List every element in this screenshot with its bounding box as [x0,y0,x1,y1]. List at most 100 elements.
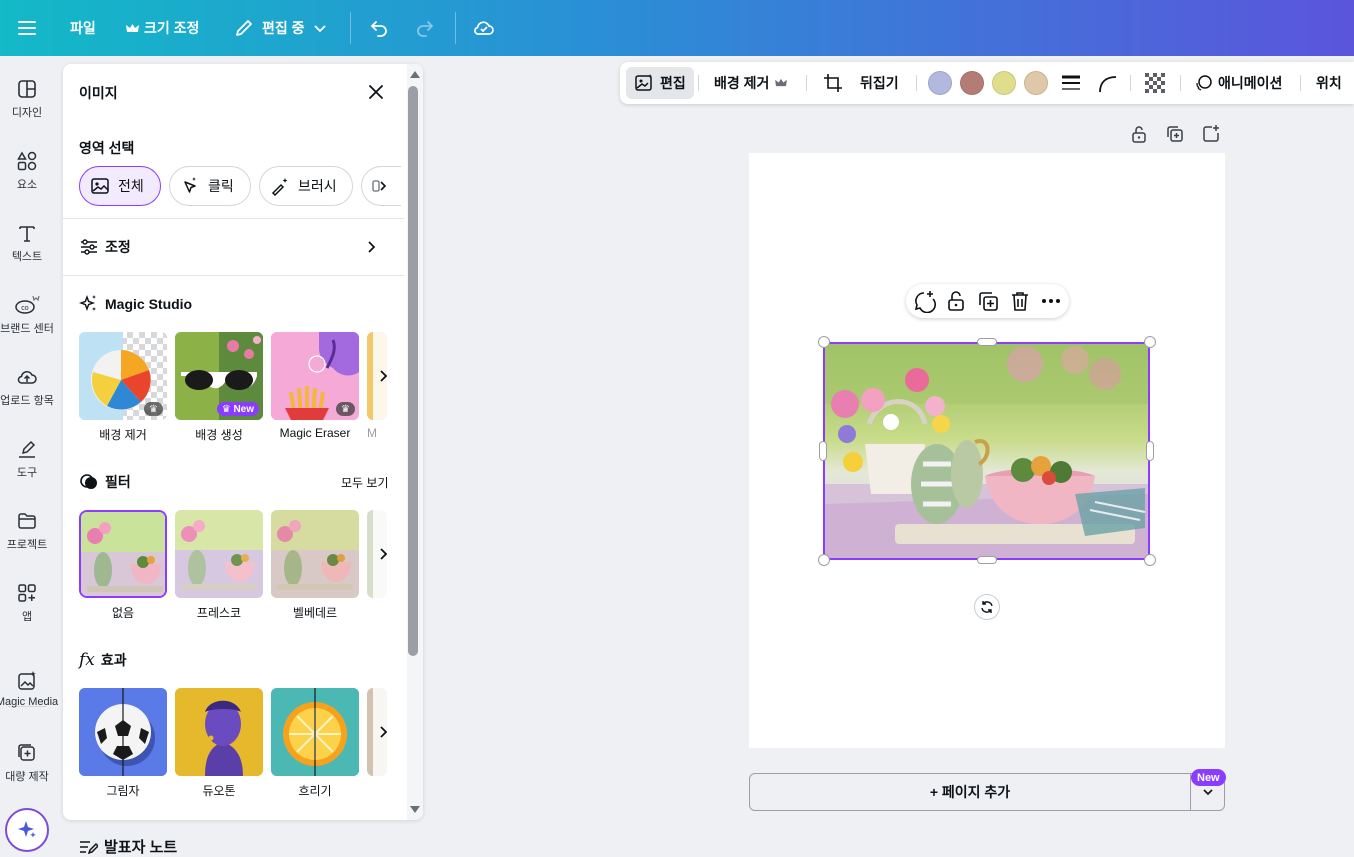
rail-label-projects: 프로젝트 [6,539,48,551]
chip-brush[interactable]: 브러시 [259,166,353,206]
color-swatch[interactable] [992,71,1016,95]
chevron-down-icon [313,25,326,33]
close-icon[interactable] [365,81,387,103]
resize-handle[interactable] [819,441,827,461]
magic-eraser-thumb[interactable]: ♛ [271,332,359,420]
rail-item-tools[interactable]: 도구 [0,438,54,480]
crown-icon [126,23,139,32]
left-rail: 디자인 요소 텍스트 co 브랜드 센터 업로드 항목 도구 프로젝트 앱 Ma… [0,56,58,857]
rail-item-uploads[interactable]: 업로드 항목 [0,366,54,408]
rail-item-elements[interactable]: 요소 [0,150,54,192]
duplicate-icon[interactable] [976,289,1000,313]
rail-item-brand[interactable]: co 브랜드 센터 [0,292,54,336]
resize-handle[interactable] [1146,441,1154,461]
resize-handle[interactable] [977,556,997,564]
rail-item-projects[interactable]: 프로젝트 [0,510,54,552]
speaker-notes-button[interactable]: 발표자 노트 [78,836,177,857]
chip-label: 클릭 [208,178,234,194]
resize-handle[interactable] [1144,554,1156,566]
animate-button[interactable]: 애니메이션 [1194,62,1282,104]
folder-icon [18,513,36,529]
rail-label-magic-media: Magic Media [0,696,59,708]
magic-bg-remove-thumb[interactable]: ♛ [79,332,167,420]
filter-none-thumb[interactable] [79,510,167,598]
chip-select-all[interactable]: 전체 [79,166,161,206]
comment-icon[interactable] [912,289,936,314]
filter-label: 벨베데르 [292,606,338,620]
transparency-icon[interactable] [1144,62,1166,104]
rail-item-text[interactable]: 텍스트 [0,222,54,264]
menu-icon[interactable] [16,0,38,56]
magic-bg-generate-thumb[interactable]: ♛ New [175,332,263,420]
layout-icon [18,80,36,98]
rail-label-apps: 앱 [21,611,33,623]
magic-item-label: M [367,426,377,440]
lock-icon[interactable] [1129,124,1149,144]
duplicate-page-icon[interactable] [1165,124,1185,144]
effect-label: 듀오톤 [202,784,236,798]
panel-title: 이미지 [79,85,118,101]
edit-image-icon [635,74,652,91]
rail-item-design[interactable]: 디자인 [0,78,54,120]
shapes-icon [17,151,37,171]
effect-blur-thumb[interactable] [271,688,359,776]
fx-icon: fx [79,650,95,670]
add-page-button[interactable]: + 페이지 추가 [749,773,1191,811]
svg-text:co: co [21,305,29,312]
magic-assistant-button[interactable] [5,808,49,852]
chevron-right-icon[interactable] [373,688,393,776]
color-swatch[interactable] [1024,71,1048,95]
crop-icon[interactable] [822,62,844,104]
chevron-right-icon[interactable] [373,332,393,420]
filter-belvedere-thumb[interactable] [271,510,359,598]
border-style-icon[interactable] [1060,62,1082,104]
effect-duotone-thumb[interactable] [175,688,263,776]
cloud-saved-icon[interactable] [472,0,496,56]
color-swatch[interactable] [960,71,984,95]
resize-handle[interactable] [818,554,830,566]
rail-item-bulk-create[interactable]: 대량 제작 [0,742,54,784]
rotate-icon[interactable] [974,594,1000,620]
adjust-row[interactable]: 조정 [79,237,379,257]
chip-label: 브러시 [298,178,337,194]
resize-handle[interactable] [977,338,997,346]
flip-button[interactable]: 뒤집기 [860,62,899,104]
rail-item-magic-media[interactable]: Magic Media [0,670,58,708]
filter-label: 프레스코 [196,606,242,620]
scroll-thumb[interactable] [408,86,418,656]
filter-fresco-thumb[interactable] [175,510,263,598]
resize-handle[interactable] [818,336,830,348]
add-page-icon[interactable] [1201,124,1221,144]
divider [63,218,404,219]
chevron-right-icon[interactable] [373,510,393,598]
scroll-up-arrow[interactable] [407,68,423,80]
resize-button[interactable]: 크기 조정 [126,0,199,56]
undo-icon[interactable] [368,0,390,56]
corner-rounding-icon[interactable] [1096,62,1118,104]
resize-handle[interactable] [1144,336,1156,348]
bulk-create-icon [18,744,35,761]
filter-label: 없음 [111,606,135,620]
effect-shadow-thumb[interactable] [79,688,167,776]
selected-image[interactable] [823,342,1150,560]
image-edit-panel: 이미지 영역 선택 전체 클릭 브러시 조정 Magic Studio ♛ 배경… [63,64,423,820]
magic-studio-title: Magic Studio [79,294,192,314]
lock-icon[interactable] [944,289,968,313]
rail-item-apps[interactable]: 앱 [0,582,54,624]
chip-more-arrow[interactable] [361,166,401,206]
position-button[interactable]: 위치 [1316,62,1342,104]
chip-click[interactable]: 클릭 [169,166,251,206]
trash-icon[interactable] [1008,289,1032,313]
file-menu[interactable]: 파일 [70,0,96,56]
edit-image-button[interactable]: 편집 [626,67,694,99]
rail-label-brand: 브랜드 센터 [0,323,54,335]
more-icon[interactable] [1039,289,1063,313]
divider [63,275,404,276]
color-swatch[interactable] [928,71,952,95]
bg-remove-button[interactable]: 배경 제거 [714,62,788,104]
scroll-down-arrow[interactable] [407,804,423,816]
edit-mode-dropdown[interactable]: 편집 중 [234,0,327,56]
redo-icon[interactable] [414,0,436,56]
see-all-filters-link[interactable]: 모두 보기 [341,474,389,491]
chevron-right-icon [368,241,376,253]
